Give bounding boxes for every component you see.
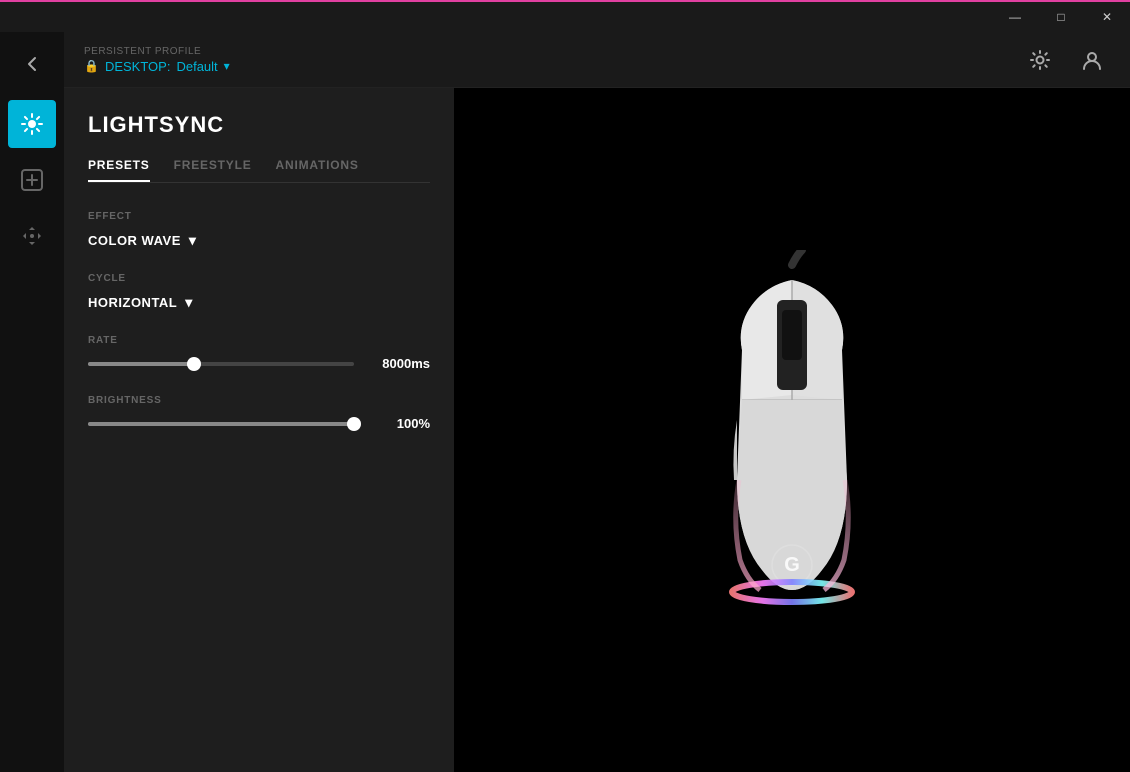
rate-group: RATE 8000ms [88,335,430,371]
profile-name: Default [176,59,217,74]
brightness-slider-fill [88,422,354,426]
cycle-dropdown[interactable]: HORIZONTAL ▾ [88,294,430,311]
effect-label: EFFECT [88,211,430,222]
tab-freestyle[interactable]: FREESTYLE [174,158,252,182]
brightness-slider-track[interactable] [88,422,354,426]
brightness-group: BRIGHTNESS 100% [88,395,430,431]
effect-dropdown[interactable]: COLOR WAVE ▾ [88,232,430,249]
cycle-group: CYCLE HORIZONTAL ▾ [88,273,430,311]
titlebar-controls: — □ ✕ [992,1,1130,33]
back-button[interactable] [12,44,52,84]
persistent-profile-label: PERSISTENT PROFILE [84,46,230,57]
profile-selector[interactable]: 🔒 DESKTOP: Default ▾ [84,59,230,74]
header-right [1022,42,1110,78]
tabs: PRESETS FREESTYLE ANIMATIONS [88,158,430,183]
close-button[interactable]: ✕ [1084,1,1130,33]
svg-text:G: G [784,554,800,576]
lock-icon: 🔒 [84,59,99,73]
user-button[interactable] [1074,42,1110,78]
profile-prefix: DESKTOP: [105,59,171,74]
settings-button[interactable] [1022,42,1058,78]
sidebar [0,32,64,772]
mouse-illustration-container: G [682,250,902,610]
cycle-dropdown-arrow: ▾ [185,294,193,311]
rate-slider-thumb[interactable] [187,357,201,371]
header-left: PERSISTENT PROFILE 🔒 DESKTOP: Default ▾ [84,46,230,74]
mouse-illustration: G [682,250,902,610]
brightness-slider-container: 100% [88,416,430,431]
tab-presets[interactable]: PRESETS [88,158,150,182]
section-title: LIGHTSYNC [88,112,430,138]
brightness-label: BRIGHTNESS [88,395,430,406]
titlebar: — □ ✕ [0,0,1130,32]
main-content: PERSISTENT PROFILE 🔒 DESKTOP: Default ▾ [64,32,1130,772]
mouse-area: G [454,88,1130,772]
rate-slider-fill [88,362,194,366]
sidebar-item-add[interactable] [8,156,56,204]
brightness-slider-thumb[interactable] [347,417,361,431]
cycle-value: HORIZONTAL [88,295,177,310]
sidebar-item-lightsync[interactable] [8,100,56,148]
sidebar-item-move[interactable] [8,212,56,260]
effect-group: EFFECT COLOR WAVE ▾ [88,211,430,249]
settings-panel: LIGHTSYNC PRESETS FREESTYLE ANIMATIONS E… [64,88,454,772]
header: PERSISTENT PROFILE 🔒 DESKTOP: Default ▾ [64,32,1130,88]
brightness-value: 100% [370,416,430,431]
effect-value: COLOR WAVE [88,233,181,248]
rate-slider-container: 8000ms [88,356,430,371]
rate-label: RATE [88,335,430,346]
profile-dropdown-arrow[interactable]: ▾ [224,59,230,73]
rate-value: 8000ms [370,356,430,371]
minimize-button[interactable]: — [992,1,1038,33]
app-container: PERSISTENT PROFILE 🔒 DESKTOP: Default ▾ [0,32,1130,772]
maximize-button[interactable]: □ [1038,1,1084,33]
effect-dropdown-arrow: ▾ [189,232,197,249]
rate-slider-track[interactable] [88,362,354,366]
tab-animations[interactable]: ANIMATIONS [276,158,359,182]
body: LIGHTSYNC PRESETS FREESTYLE ANIMATIONS E… [64,88,1130,772]
cycle-label: CYCLE [88,273,430,284]
